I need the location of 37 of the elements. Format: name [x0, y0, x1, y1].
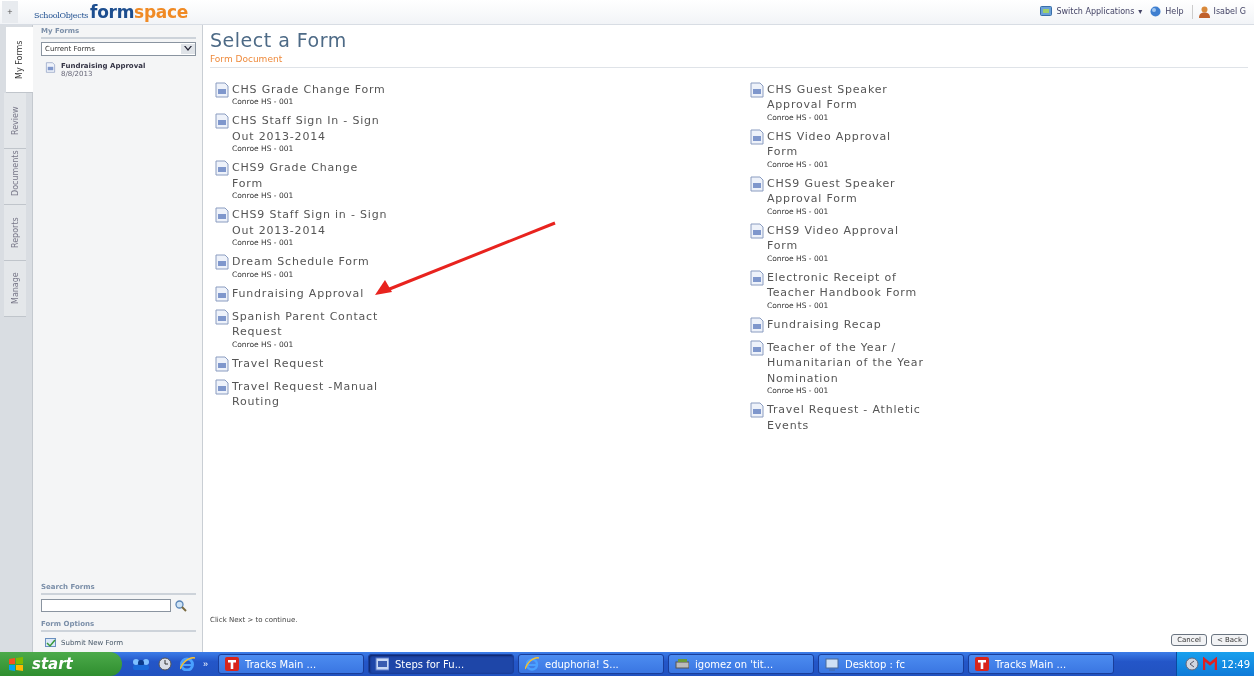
form-link[interactable]: Fundraising Approval	[232, 285, 390, 302]
form-link[interactable]: CHS Video Approval Form	[767, 128, 925, 160]
expand-button[interactable]: +	[2, 1, 18, 23]
form-link[interactable]: CHS9 Guest Speaker Approval Form	[767, 175, 925, 207]
side-tab[interactable]: My Forms	[6, 26, 33, 93]
form-link[interactable]: Travel Request - Athletic Events	[767, 402, 925, 434]
form-link[interactable]: Travel Request	[232, 355, 390, 372]
clock-time: 12:49	[1221, 658, 1250, 670]
page-title: Select a Form	[210, 28, 348, 51]
form-link[interactable]: Fundraising Recap	[767, 316, 925, 333]
form-link[interactable]: CHS Grade Change Form	[232, 81, 390, 98]
form-link[interactable]: Electronic Receipt of Teacher Handbook Form	[767, 269, 925, 301]
user-menu[interactable]: Isabel G	[1198, 6, 1246, 18]
side-tab[interactable]: Documents	[4, 148, 26, 205]
form-link[interactable]: CHS9 Staff Sign in - Sign Out 2013-2014	[232, 207, 390, 239]
taskbar-button[interactable]: Tracks Main ...	[968, 654, 1114, 674]
side-tab[interactable]: Reports	[4, 204, 26, 261]
form-link[interactable]: Dream Schedule Form	[232, 254, 390, 270]
taskbar-button[interactable]: Steps for Fu...	[368, 654, 514, 674]
form-link[interactable]: CHS Guest Speaker Approval Form	[767, 81, 925, 113]
side-tab[interactable]: Manage	[4, 260, 26, 317]
switch-applications-button[interactable]: Switch Applications ▾	[1040, 6, 1143, 18]
taskbar-button[interactable]: Tracks Main ...	[218, 654, 364, 674]
section-label: Form Document	[210, 50, 1248, 68]
side-tab[interactable]: Review	[4, 92, 26, 149]
form-link[interactable]: Spanish Parent Contact Request	[232, 308, 390, 340]
form-link[interactable]: CHS9 Grade Change Form	[232, 160, 390, 192]
form-link[interactable]: CHS9 Video Approval Form	[767, 222, 925, 254]
logo: SchoolObjects formspace	[34, 2, 188, 22]
more-button[interactable]: »	[203, 659, 208, 669]
help-link[interactable]: Help	[1150, 6, 1184, 18]
taskbar-button[interactable]: Desktop : fc	[818, 654, 964, 674]
form-link[interactable]: CHS Staff Sign In - Sign Out 2013-2014	[232, 113, 390, 145]
taskbar-button[interactable]: eduphoria! S...	[518, 654, 664, 674]
form-link[interactable]: Travel Request -Manual Routing	[232, 378, 390, 410]
form-link[interactable]: Teacher of the Year / Humanitarian of the Year Nomination	[767, 339, 925, 387]
taskbar-button[interactable]: igomez on 'tit...	[668, 654, 814, 674]
